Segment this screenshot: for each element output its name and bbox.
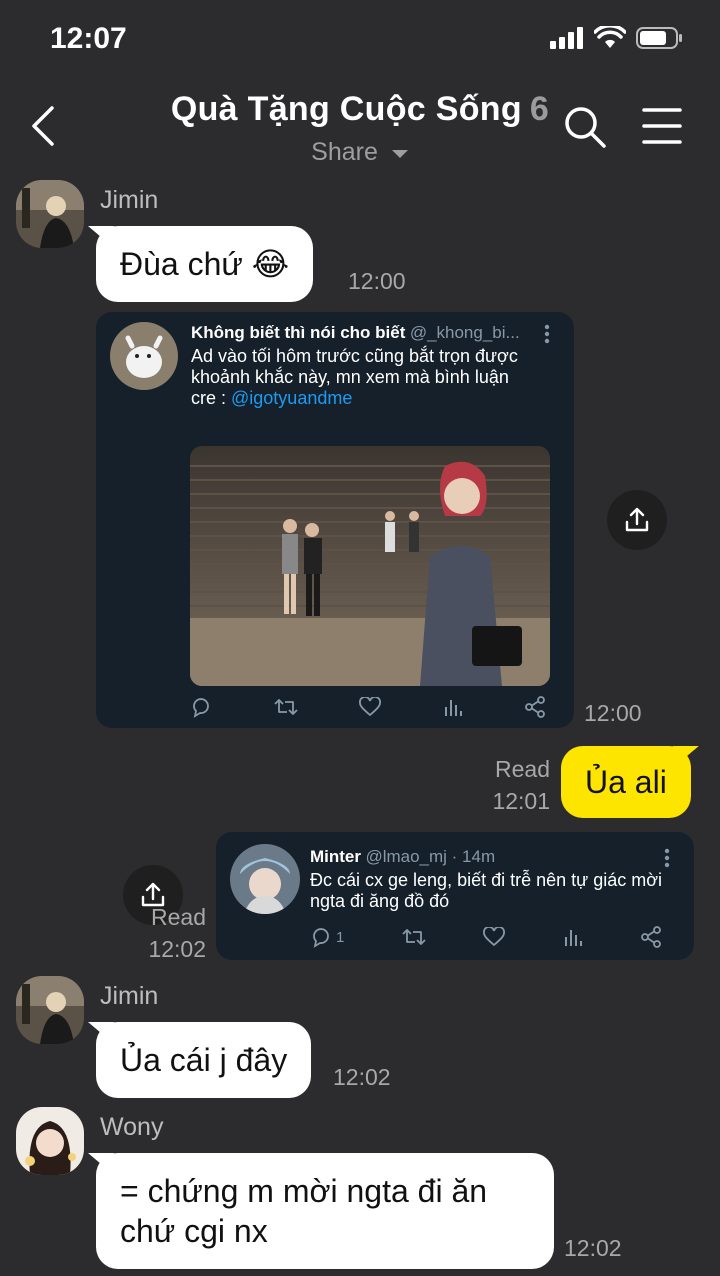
menu-icon[interactable]	[642, 106, 682, 146]
reply-count: 1	[336, 928, 345, 946]
sender-name: Jimin	[100, 186, 159, 214]
tweet-photo[interactable]	[190, 446, 550, 686]
battery-icon	[636, 27, 682, 49]
share-button[interactable]	[607, 490, 667, 550]
read-status: Read 12:02	[136, 902, 206, 964]
read-status: Read 12:01	[480, 754, 550, 816]
tweet-author: Minter	[310, 847, 361, 866]
message-line: chứ cgi nx	[120, 1213, 268, 1249]
bar-chart-icon	[444, 700, 462, 716]
signal-icon	[550, 27, 583, 49]
heart-icon	[359, 697, 381, 717]
message-time: 12:02	[333, 1064, 391, 1090]
tweet-avatar	[110, 322, 178, 390]
caret-down-icon	[391, 150, 408, 158]
share-nodes-icon	[641, 926, 661, 948]
subtitle-text: Share	[311, 138, 378, 166]
read-label: Read	[151, 904, 206, 930]
message-line: = chứng m mời ngta đi ăn	[120, 1173, 488, 1209]
wifi-icon	[594, 26, 626, 48]
tweet-card[interactable]: Minter @lmao_mj · 14m Đc cái cx ge leng,…	[216, 832, 694, 960]
status-time: 12:07	[50, 22, 127, 55]
tweet-header: Minter @lmao_mj · 14m	[310, 847, 495, 867]
tweet-card[interactable]: Không biết thì nói cho biết @_khong_bi..…	[96, 312, 574, 728]
chat-title[interactable]: Quà Tặng Cuộc Sống 6	[0, 90, 720, 129]
retweet-icon	[402, 929, 426, 945]
views-button[interactable]	[563, 926, 583, 948]
message-time: 12:02	[148, 936, 206, 962]
retweet-button[interactable]	[402, 926, 426, 948]
tweet-mention-link[interactable]: @igotyuandme	[231, 388, 352, 408]
retweet-button[interactable]	[273, 696, 298, 718]
reply-icon	[313, 928, 329, 948]
tweet-handle: @_khong_bi...	[409, 323, 520, 342]
tweet-text: Đc cái cx ge leng, biết đi trễ nên tự gi…	[310, 870, 680, 912]
tweet-line: ngta đi ăng đồ đó	[310, 891, 450, 911]
stairs-photo	[190, 446, 550, 686]
tweet-handle: @lmao_mj · 14m	[365, 847, 496, 866]
message-time: 12:00	[584, 700, 642, 726]
sender-name: Wony	[100, 1113, 164, 1141]
tweet-line: khoảnh khắc này, mn xem mà bình luận	[191, 367, 509, 387]
more-icon[interactable]	[664, 848, 670, 868]
bar-chart-icon	[564, 930, 582, 946]
member-count: 6	[529, 90, 550, 128]
avatar-jimin[interactable]	[16, 180, 84, 248]
upload-icon	[625, 507, 649, 532]
sender-name: Jimin	[100, 982, 159, 1010]
read-label: Read	[495, 756, 550, 782]
heart-icon	[483, 927, 506, 947]
wony-avatar-photo	[16, 1107, 84, 1175]
cartoon-avatar-icon	[110, 322, 178, 390]
like-button[interactable]	[483, 926, 506, 948]
views-button[interactable]	[443, 696, 463, 718]
message-time: 12:01	[492, 788, 550, 814]
reply-icon	[193, 698, 209, 718]
chat-subtitle[interactable]: Share	[0, 138, 720, 167]
tweet-header: Không biết thì nói cho biết @_khong_bi..…	[191, 323, 531, 343]
tweet-actions	[190, 696, 546, 718]
outgoing-message-bubble[interactable]: Ủa ali	[561, 746, 691, 818]
share-nodes-icon	[525, 696, 545, 718]
jimin-avatar-photo	[16, 976, 84, 1044]
status-icons	[550, 26, 684, 50]
message-bubble[interactable]: Đùa chứ 😂	[96, 226, 314, 302]
tweet-line: Ad vào tối hôm trước cũng bắt trọn được	[191, 346, 518, 366]
tweet-actions: 1	[310, 926, 662, 948]
tweet-line-prefix: cre :	[191, 388, 232, 408]
message-time: 12:00	[348, 268, 406, 294]
chat-title-text: Quà Tặng Cuộc Sống	[170, 90, 522, 128]
message-bubble[interactable]: Ủa cái j đây	[96, 1022, 312, 1098]
retweet-icon	[273, 699, 298, 715]
tweet-author: Không biết thì nói cho biết	[191, 323, 406, 342]
reply-button[interactable]	[190, 696, 212, 718]
tweet-line: cre : @igotyuandme	[191, 388, 561, 409]
message-bubble[interactable]: = chứng m mời ngta đi ăn chứ cgi nx	[96, 1153, 554, 1269]
tweet-line: Đc cái cx ge leng, biết đi trễ nên tự gi…	[310, 870, 663, 890]
tweet-text: Ad vào tối hôm trước cũng bắt trọn được …	[191, 346, 561, 409]
message-time: 12:02	[564, 1235, 622, 1261]
more-icon[interactable]	[544, 324, 550, 344]
like-button[interactable]	[359, 696, 381, 718]
share-tweet-button[interactable]	[640, 926, 662, 948]
reply-button[interactable]: 1	[310, 926, 344, 948]
jimin-avatar-photo	[16, 180, 84, 248]
avatar-wony[interactable]	[16, 1107, 84, 1175]
search-icon[interactable]	[562, 104, 608, 150]
tweet-avatar	[230, 844, 300, 914]
avatar-jimin[interactable]	[16, 976, 84, 1044]
share-tweet-button[interactable]	[524, 696, 546, 718]
minter-avatar-photo	[230, 844, 300, 914]
